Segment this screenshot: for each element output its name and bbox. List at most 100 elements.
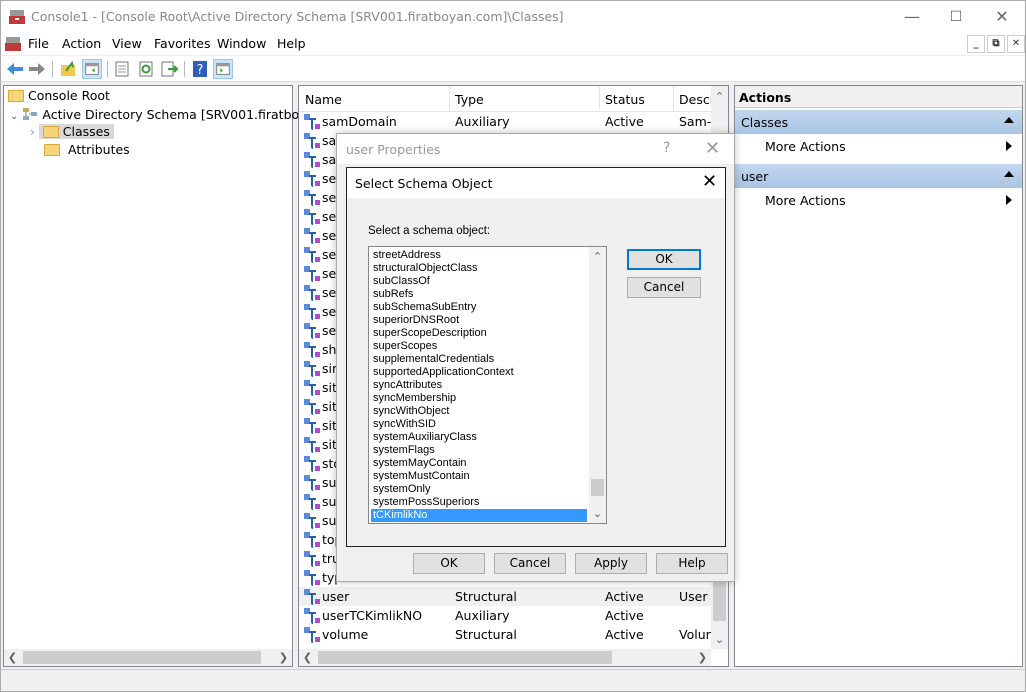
table-row[interactable]: volume Structural Active Volun: [299, 625, 714, 644]
tree-node-ad-schema[interactable]: ⌄ Active Directory Schema [SRV001.firatb…: [10, 105, 340, 123]
menu-file[interactable]: File: [28, 36, 49, 51]
up-folder-icon[interactable]: [58, 59, 78, 79]
menu-view[interactable]: View: [112, 36, 142, 51]
close-button[interactable]: ✕: [979, 1, 1025, 33]
help-icon[interactable]: ?: [663, 140, 670, 156]
list-horizontal-scrollbar[interactable]: ❮ ❯: [299, 649, 711, 666]
column-divider[interactable]: [673, 86, 674, 110]
select-schema-object-dialog: Select Schema Object ✕ Select a schema o…: [346, 167, 726, 547]
listbox-option[interactable]: systemFlags: [371, 444, 587, 457]
listbox-vertical-scrollbar[interactable]: ⌃ ⌄: [589, 247, 606, 523]
column-header-type[interactable]: Type: [455, 92, 484, 107]
listbox-option[interactable]: syncAttributes: [371, 379, 587, 392]
action-group-classes[interactable]: Classes: [735, 110, 1022, 134]
schema-class-icon: [304, 627, 320, 643]
minimize-button[interactable]: —: [889, 1, 935, 33]
scrollbar-thumb[interactable]: [318, 651, 612, 664]
close-icon[interactable]: ✕: [702, 171, 717, 192]
listbox-option[interactable]: systemOnly: [371, 483, 587, 496]
scroll-left-icon[interactable]: ❮: [299, 649, 316, 666]
scroll-left-icon[interactable]: ❮: [4, 649, 21, 666]
mmc-app-icon: [9, 10, 25, 24]
show-hide-tree-icon[interactable]: [82, 59, 102, 79]
column-header-name[interactable]: Name: [305, 92, 342, 107]
forward-icon[interactable]: [27, 59, 47, 79]
refresh-icon[interactable]: [136, 59, 156, 79]
listbox-option[interactable]: superiorDNSRoot: [371, 314, 587, 327]
listbox-option[interactable]: superScopeDescription: [371, 327, 587, 340]
listbox-option[interactable]: tCKimlikNo: [371, 509, 587, 522]
show-hide-action-pane-icon[interactable]: [213, 59, 233, 79]
export-list-icon[interactable]: [159, 59, 179, 79]
schema-icon: [23, 108, 38, 120]
back-icon[interactable]: [5, 59, 25, 79]
scroll-up-icon[interactable]: ⌃: [711, 88, 728, 105]
listbox-option[interactable]: superScopes: [371, 340, 587, 353]
listbox-option[interactable]: systemMayContain: [371, 457, 587, 470]
schema-class-icon: [304, 133, 320, 149]
schema-class-icon: [304, 152, 320, 168]
cancel-button[interactable]: Cancel: [494, 553, 566, 574]
scrollbar-thumb[interactable]: [591, 479, 604, 496]
scroll-down-icon[interactable]: ⌄: [711, 631, 728, 648]
listbox-option[interactable]: subClassOf: [371, 275, 587, 288]
scrollbar-thumb[interactable]: [23, 651, 261, 664]
table-row[interactable]: userTCKimlikNO Auxiliary Active: [299, 606, 711, 625]
tree-node-console-root[interactable]: Console Root: [8, 87, 110, 105]
schema-class-icon: [304, 228, 320, 244]
chevron-down-icon[interactable]: ⌄: [10, 111, 18, 122]
column-header-description[interactable]: Descr: [679, 92, 715, 107]
help-button[interactable]: Help: [656, 553, 728, 574]
table-row[interactable]: user Structural Active User: [299, 587, 711, 606]
collapse-icon[interactable]: [1004, 171, 1014, 177]
mdi-system-icon[interactable]: [5, 36, 21, 52]
close-icon[interactable]: ✕: [705, 138, 720, 159]
table-row[interactable]: samDomain Auxiliary Active Sam-I: [299, 112, 715, 131]
apply-button[interactable]: Apply: [575, 553, 647, 574]
scroll-down-icon[interactable]: ⌄: [589, 505, 606, 522]
action-more-actions-user[interactable]: More Actions: [735, 188, 1022, 212]
schema-class-icon: [304, 589, 320, 605]
menu-favorites[interactable]: Favorites: [154, 36, 210, 51]
listbox-option[interactable]: systemPossSuperiors: [371, 496, 587, 509]
menu-help[interactable]: Help: [277, 36, 306, 51]
listbox-option[interactable]: supplementalCredentials: [371, 353, 587, 366]
listbox-option[interactable]: systemMustContain: [371, 470, 587, 483]
listbox-option[interactable]: subRefs: [371, 288, 587, 301]
listbox-option[interactable]: subSchemaSubEntry: [371, 301, 587, 314]
chevron-right-icon[interactable]: ›: [30, 125, 35, 139]
ok-button[interactable]: OK: [627, 249, 701, 270]
mdi-minimize-button[interactable]: _: [967, 35, 985, 53]
column-header-status[interactable]: Status: [605, 92, 645, 107]
listbox-option[interactable]: streetAddress: [371, 249, 587, 262]
collapse-icon[interactable]: [1004, 117, 1014, 123]
mdi-restore-button[interactable]: ⧉: [987, 35, 1005, 53]
column-divider[interactable]: [449, 86, 450, 110]
tree-node-attributes[interactable]: Attributes: [44, 141, 130, 159]
column-divider[interactable]: [599, 86, 600, 110]
help-icon[interactable]: ?: [190, 59, 210, 79]
row-name: volume: [322, 627, 369, 642]
tree-horizontal-scrollbar[interactable]: ❮ ❯: [4, 649, 292, 666]
properties-icon[interactable]: [112, 59, 132, 79]
menu-window[interactable]: Window: [217, 36, 266, 51]
listbox-option[interactable]: supportedApplicationContext: [371, 366, 587, 379]
scroll-up-icon[interactable]: ⌃: [589, 248, 606, 265]
scroll-right-icon[interactable]: ❯: [275, 649, 292, 666]
menu-action[interactable]: Action: [62, 36, 101, 51]
listbox-option[interactable]: syncWithObject: [371, 405, 587, 418]
listbox-option[interactable]: systemAuxiliaryClass: [371, 431, 587, 444]
maximize-button[interactable]: ☐: [933, 1, 979, 33]
mdi-close-button[interactable]: ✕: [1007, 35, 1025, 53]
row-description: User: [679, 589, 708, 604]
listbox-option[interactable]: structuralObjectClass: [371, 262, 587, 275]
tree-node-classes[interactable]: › Classes: [30, 123, 114, 141]
schema-object-listbox[interactable]: streetAddress structuralObjectClass subCla…: [368, 246, 607, 524]
scroll-right-icon[interactable]: ❯: [694, 649, 711, 666]
listbox-option[interactable]: syncWithSID: [371, 418, 587, 431]
action-more-actions-classes[interactable]: More Actions: [735, 134, 1022, 158]
ok-button[interactable]: OK: [413, 553, 485, 574]
action-group-user[interactable]: user: [735, 164, 1022, 188]
listbox-option[interactable]: syncMembership: [371, 392, 587, 405]
cancel-button[interactable]: Cancel: [627, 277, 701, 298]
